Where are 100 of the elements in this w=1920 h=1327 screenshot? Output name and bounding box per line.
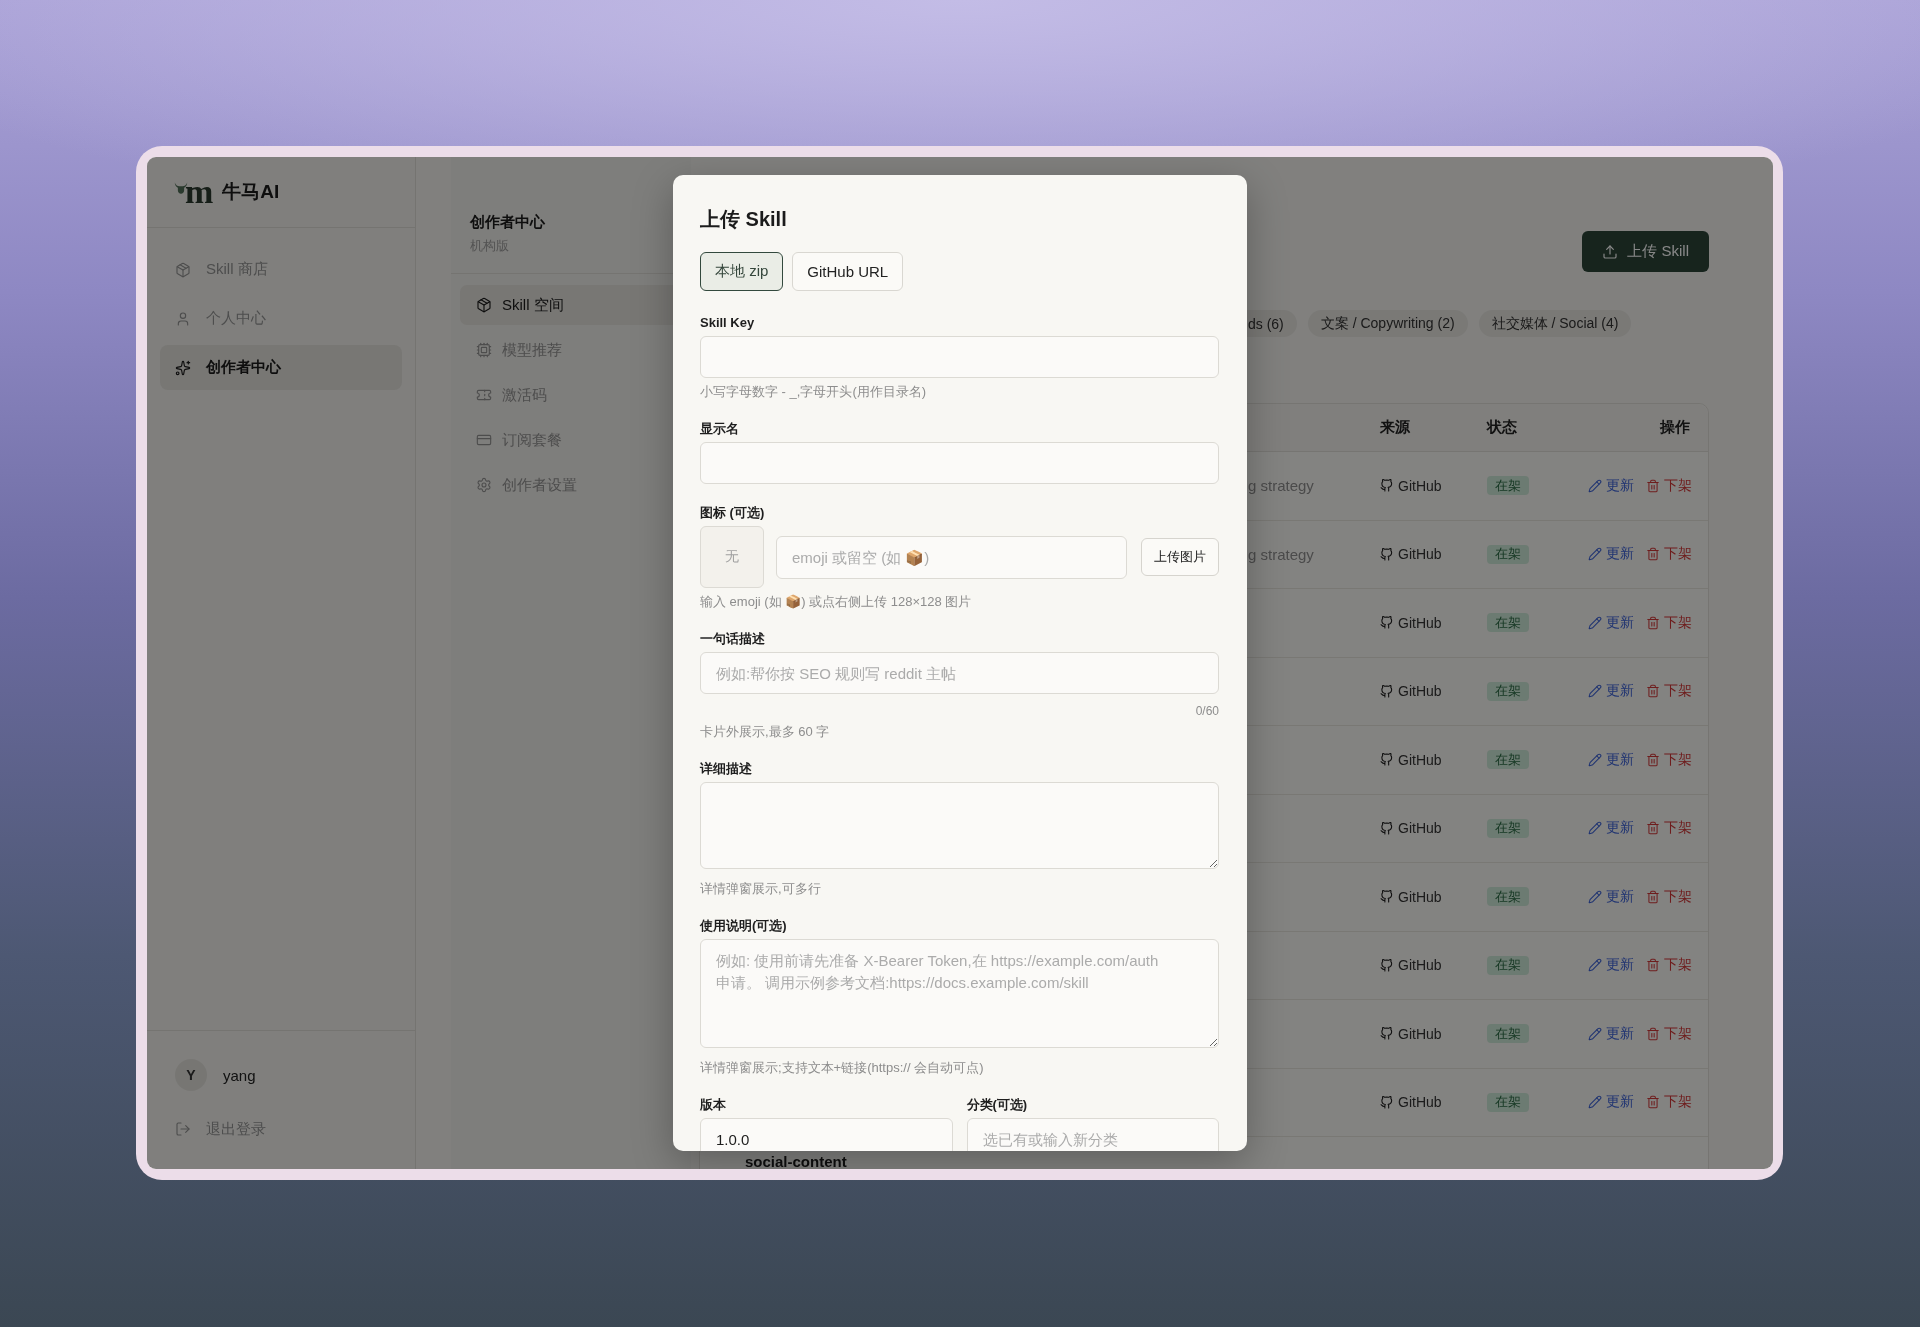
chip-icon [476,342,492,358]
github-icon [1380,958,1393,972]
filter-chip[interactable]: ds (6) [1247,310,1297,337]
remove-link[interactable]: 下架 [1646,1093,1692,1112]
dialog-title: 上传 Skill [700,207,788,231]
input-field[interactable] [700,442,1219,484]
remove-link[interactable]: 下架 [1646,545,1692,564]
textarea-field[interactable]: 例如: 使用前请先准备 X-Bearer Token,在 https://example.com/auth 申请。 调用示例参考文档:https://docs.example.com/skill [700,939,1219,1048]
edit-link[interactable]: 更新 [1588,476,1634,495]
edit-link[interactable]: 更新 [1588,682,1634,701]
source-label: GitHub [1398,820,1442,837]
field-hint: 卡片外展示,最多 60 字 [700,724,831,740]
input-field[interactable]: 1.0.0 [700,1118,953,1151]
pencil-icon [1588,958,1602,973]
edit-link[interactable]: 更新 [1588,613,1634,632]
upload-icon [1602,243,1619,260]
remove-link[interactable]: 下架 [1646,682,1692,701]
field-label: 一句话描述 [700,631,766,647]
column-header: 来源 [1380,418,1410,437]
field-label: Skill Key [700,315,756,331]
field-label: 分类(可选) [966,1097,1029,1113]
status-badge: 在架 [1487,1092,1529,1112]
trash-icon [1646,821,1660,836]
status-badge: 在架 [1487,681,1529,701]
package-icon [476,297,492,313]
filter-chip[interactable]: 文案 / Copywriting (2) [1307,310,1468,337]
status-badge: 在架 [1487,476,1529,496]
github-icon [1380,616,1393,630]
column-header: 操作 [1660,418,1690,437]
edit-link[interactable]: 更新 [1588,1093,1634,1112]
trash-icon [1646,1026,1660,1041]
github-icon [1380,1095,1393,1109]
pencil-icon [1588,889,1602,904]
status-badge: 在架 [1487,955,1529,975]
upload-image-button[interactable]: 上传图片 [1141,538,1219,576]
trash-icon [1646,752,1660,767]
pencil-icon [1588,821,1602,836]
edit-link[interactable]: 更新 [1588,750,1634,769]
source-label: GitHub [1398,957,1442,974]
remove-link[interactable]: 下架 [1646,1024,1692,1043]
status-badge: 在架 [1487,818,1529,838]
github-icon [1380,821,1393,835]
status-badge: 在架 [1487,613,1529,633]
trash-icon [1646,1095,1660,1110]
source-label: GitHub [1398,614,1442,631]
pencil-icon [1588,615,1602,630]
avatar: Y [175,1059,207,1091]
emoji-input-field[interactable]: emoji 或留空 (如 📦) [776,535,1127,579]
status-badge: 在架 [1487,544,1529,564]
field-label: 使用说明(可选) [700,918,788,934]
package-icon [175,261,191,278]
input-field[interactable]: 选已有或输入新分类 [966,1118,1219,1151]
source-label: GitHub [1398,751,1442,768]
remove-link[interactable]: 下架 [1646,476,1692,495]
ticket-icon [476,387,492,403]
edit-link[interactable]: 更新 [1588,819,1634,838]
github-icon [1380,684,1393,698]
field-hint: 详情弹窗展示;支持文本+链接(https:// 会自动可点) [700,1060,985,1076]
sparkles-icon [175,359,191,376]
remove-link[interactable]: 下架 [1646,750,1692,769]
remove-link[interactable]: 下架 [1646,956,1692,975]
edit-link[interactable]: 更新 [1588,887,1634,906]
pencil-icon [1588,1095,1602,1110]
settings-icon [476,477,492,493]
skill-name: social-content [745,1153,847,1169]
edit-link[interactable]: 更新 [1588,545,1634,564]
remove-link[interactable]: 下架 [1646,819,1692,838]
source-label: GitHub [1398,888,1442,905]
field-hint: 详情弹窗展示,可多行 [700,881,822,897]
remove-link[interactable]: 下架 [1646,613,1692,632]
char-counter: 0/60 [1195,704,1219,718]
remove-link[interactable]: 下架 [1646,887,1692,906]
field-hint: 小写字母数字 - _,字母开头(用作目录名) [700,384,928,400]
status-badge: 在架 [1487,1024,1529,1044]
pencil-icon [1588,547,1602,562]
trash-icon [1646,889,1660,904]
source-label: GitHub [1398,683,1442,700]
card-icon [476,432,492,448]
trash-icon [1646,615,1660,630]
pencil-icon [1588,1026,1602,1041]
input-field[interactable]: 例如:帮你按 SEO 规则写 reddit 主帖 [700,652,1219,694]
edit-link[interactable]: 更新 [1588,956,1634,975]
trash-icon [1646,547,1660,562]
logo-letter: m [185,177,214,207]
pencil-icon [1588,684,1602,699]
trash-icon [1646,958,1660,973]
field-label: 图标 (可选) [700,505,766,521]
edit-link[interactable]: 更新 [1588,1024,1634,1043]
trash-icon [1646,478,1660,493]
sidebar-item[interactable]: 创作者中心 [160,345,402,390]
logout-icon [175,1121,191,1137]
source-label: GitHub [1398,477,1442,494]
source-tab[interactable]: GitHub URL [792,252,904,291]
source-tab[interactable]: 本地 zip [700,252,784,291]
input-field[interactable] [700,336,1219,378]
github-icon [1380,890,1393,904]
github-icon [1380,547,1393,561]
filter-chip[interactable]: 社交媒体 / Social (4) [1478,310,1632,337]
textarea-field[interactable] [700,782,1219,869]
upload-skill-button[interactable]: 上传 Skill [1582,231,1709,272]
